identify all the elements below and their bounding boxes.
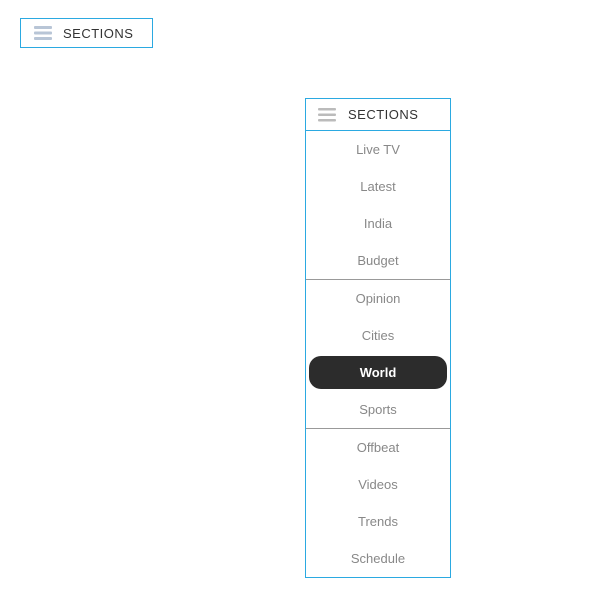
menu-item-world[interactable]: World <box>309 356 447 389</box>
sections-button-label: SECTIONS <box>63 26 133 41</box>
sections-dropdown: SECTIONS Live TVLatestIndiaBudgetOpinion… <box>305 98 451 578</box>
sections-button[interactable]: SECTIONS <box>20 18 153 48</box>
menu-item-schedule[interactable]: Schedule <box>306 540 450 577</box>
menu-group: OpinionCitiesWorldSports <box>306 280 450 429</box>
dropdown-header[interactable]: SECTIONS <box>306 99 450 131</box>
menu-item-india[interactable]: India <box>306 205 450 242</box>
hamburger-icon <box>318 108 336 122</box>
menu-item-live-tv[interactable]: Live TV <box>306 131 450 168</box>
menu-item-cities[interactable]: Cities <box>306 317 450 354</box>
menu-item-budget[interactable]: Budget <box>306 242 450 279</box>
menu-item-videos[interactable]: Videos <box>306 466 450 503</box>
dropdown-header-label: SECTIONS <box>348 107 418 122</box>
menu-item-latest[interactable]: Latest <box>306 168 450 205</box>
menu-group: OffbeatVideosTrendsSchedule <box>306 429 450 577</box>
menu-item-trends[interactable]: Trends <box>306 503 450 540</box>
menu-item-opinion[interactable]: Opinion <box>306 280 450 317</box>
menu-group: Live TVLatestIndiaBudget <box>306 131 450 280</box>
menu-item-offbeat[interactable]: Offbeat <box>306 429 450 466</box>
menu-item-sports[interactable]: Sports <box>306 391 450 428</box>
hamburger-icon <box>33 25 53 41</box>
